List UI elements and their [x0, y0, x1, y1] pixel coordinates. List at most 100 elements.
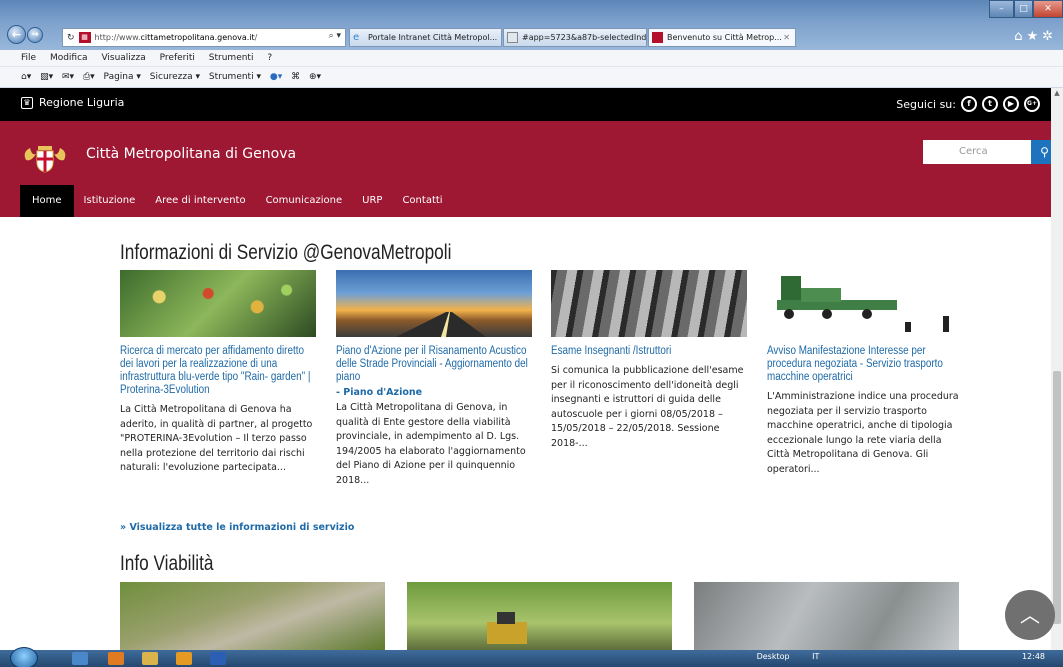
page-scrollbar[interactable]: ▲ [1051, 88, 1063, 650]
card-title[interactable]: Piano d'Azione per il Risanamento Acusti… [336, 345, 532, 384]
refresh-icon[interactable]: ↻ [67, 33, 75, 43]
viabilita-image-roadwork[interactable] [407, 582, 672, 650]
facebook-icon[interactable]: f [961, 96, 977, 112]
menu-strumenti[interactable]: Strumenti [209, 53, 254, 63]
viabilita-image-rockface[interactable] [694, 582, 959, 650]
view-all-services-link[interactable]: » Visualizza tutte le informazioni di se… [120, 522, 354, 533]
card-image-truck[interactable] [767, 270, 963, 337]
cmd-strumenti[interactable]: Strumenti ▾ [209, 72, 261, 82]
explorer-taskbar-icon[interactable] [142, 652, 158, 665]
card-subtitle-link[interactable]: - Piano d'Azione [336, 387, 532, 398]
clock[interactable]: 12:48 [1022, 652, 1045, 661]
scroll-up-icon[interactable]: ▲ [1051, 89, 1063, 97]
card-body: L'Amministrazione indice una procedura n… [767, 391, 959, 475]
browser-titlebar: ← → ↻ ▦ http://www.cittametropolitana.ge… [0, 0, 1063, 50]
main-nav: Home Istituzione Aree di intervento Comu… [20, 185, 453, 217]
zoom-icon[interactable]: ⊕▾ [309, 72, 321, 82]
forward-button[interactable]: → [27, 27, 43, 43]
maximize-button[interactable]: □ [1014, 0, 1033, 18]
tab-label: #app=5723&a87b-selectedInd... [522, 33, 647, 42]
card-image-road[interactable] [336, 270, 532, 337]
back-button[interactable]: ← [7, 25, 26, 44]
help-icon[interactable]: ●▾ [270, 72, 282, 82]
address-bar[interactable]: ↻ ▦ http://www.cittametropolitana.genova… [62, 28, 346, 47]
word-taskbar-icon[interactable] [210, 652, 226, 665]
minimize-button[interactable]: – [989, 0, 1014, 18]
card-body: La Città Metropolitana di Genova, in qua… [336, 402, 526, 486]
browser-commandbar: ⌂▾ ▧▾ ✉▾ ⎙▾ Pagina ▾ Sicurezza ▾ Strumen… [0, 67, 1063, 88]
nav-home[interactable]: Home [20, 185, 74, 217]
address-search-icon[interactable]: ⌕ ▾ [329, 31, 341, 41]
crown-icon: ♛ [21, 96, 33, 109]
tab-intranet[interactable]: e Portale Intranet Città Metropol... [349, 28, 502, 47]
card-title[interactable]: Ricerca di mercato per affidamento diret… [120, 345, 316, 397]
news-card: Ricerca di mercato per affidamento diret… [120, 270, 316, 476]
card-image-exam[interactable] [551, 270, 747, 337]
follow-label: Seguici su: [896, 97, 956, 111]
language-indicator[interactable]: IT [812, 652, 819, 661]
twitter-icon[interactable]: t [982, 96, 998, 112]
url-text: http://www.cittametropolitana.genova.it/ [94, 33, 258, 42]
scrollbar-thumb[interactable] [1053, 371, 1061, 624]
site-header: Città Metropolitana di Genova Cerca ⚲ Ho… [0, 121, 1058, 217]
home-favorites-tools-icons[interactable]: ⌂★✲ [1014, 29, 1057, 44]
ie-taskbar-icon[interactable] [72, 652, 88, 665]
site-favicon: ▦ [78, 32, 91, 43]
ie-icon: e [353, 32, 360, 43]
menu-visualizza[interactable]: Visualizza [101, 53, 145, 63]
social-links: Seguici su: f t ▶ G+ [896, 96, 1040, 112]
viabilita-image-landslide[interactable] [120, 582, 385, 650]
print-icon[interactable]: ⎙▾ [83, 72, 95, 82]
regione-liguria-link[interactable]: ♛ Regione Liguria [21, 96, 124, 109]
nav-comunicazione[interactable]: Comunicazione [256, 185, 353, 217]
news-card: Avviso Manifestazione Interesse per proc… [767, 270, 963, 477]
site-favicon [652, 32, 663, 43]
outlook-taskbar-icon[interactable] [176, 652, 192, 665]
cmd-sicurezza[interactable]: Sicurezza ▾ [150, 72, 200, 82]
image-icon [507, 32, 518, 43]
news-card: Esame Insegnanti /Istruttori Si comunica… [551, 270, 747, 451]
nav-contatti[interactable]: Contatti [392, 185, 452, 217]
search-input[interactable]: Cerca [923, 140, 1031, 164]
browser-menubar: File Modifica Visualizza Preferiti Strum… [0, 50, 1063, 67]
desktop-toolbar[interactable]: Desktop [757, 652, 790, 661]
menu-help[interactable]: ? [267, 53, 272, 63]
home-icon[interactable]: ⌂▾ [21, 72, 31, 82]
nav-istituzione[interactable]: Istituzione [74, 185, 146, 217]
section-title-viabilita: Info Viabilità [120, 552, 214, 575]
nav-urp[interactable]: URP [352, 185, 392, 217]
tab-label: Benvenuto su Città Metrop... [667, 33, 782, 42]
googleplus-icon[interactable]: G+ [1024, 96, 1040, 112]
card-title[interactable]: Avviso Manifestazione Interesse per proc… [767, 345, 963, 384]
search-icon: ⚲ [1040, 145, 1049, 159]
card-body: La Città Metropolitana di Genova ha ader… [120, 404, 313, 473]
region-bar: ♛ Regione Liguria Seguici su: f t ▶ G+ [0, 88, 1051, 121]
close-window-button[interactable]: ✕ [1033, 0, 1063, 18]
card-image-garden[interactable] [120, 270, 316, 337]
mail-icon[interactable]: ✉▾ [62, 72, 74, 82]
menu-modifica[interactable]: Modifica [50, 53, 88, 63]
back-to-top-button[interactable]: ︿ [1005, 590, 1055, 640]
card-title[interactable]: Esame Insegnanti /Istruttori [551, 345, 747, 358]
section-title-informazioni: Informazioni di Servizio @GenovaMetropol… [120, 241, 452, 264]
tab-app[interactable]: #app=5723&a87b-selectedInd... [503, 28, 647, 47]
start-button[interactable] [10, 647, 38, 667]
cmd-pagina[interactable]: Pagina ▾ [104, 72, 141, 82]
news-card: Piano d'Azione per il Risanamento Acusti… [336, 270, 532, 488]
crest-logo[interactable] [22, 142, 68, 174]
media-taskbar-icon[interactable] [108, 652, 124, 665]
nav-aree-di-intervento[interactable]: Aree di intervento [145, 185, 255, 217]
region-label: Regione Liguria [39, 96, 125, 109]
tab-label: Portale Intranet Città Metropol... [368, 33, 498, 42]
feeds-icon[interactable]: ▧▾ [40, 72, 53, 82]
research-icon[interactable]: ⌘ [291, 72, 300, 82]
youtube-icon[interactable]: ▶ [1003, 96, 1019, 112]
site-title[interactable]: Città Metropolitana di Genova [86, 146, 296, 162]
tab-benvenuto[interactable]: Benvenuto su Città Metrop... ✕ [648, 28, 796, 47]
card-body: Si comunica la pubblicazione dell'esame … [551, 365, 744, 449]
system-tray: Desktop IT 12:48 [757, 652, 1045, 661]
menu-preferiti[interactable]: Preferiti [160, 53, 195, 63]
windows-taskbar: Desktop IT 12:48 [0, 647, 1063, 667]
close-tab-icon[interactable]: ✕ [783, 29, 790, 46]
menu-file[interactable]: File [21, 53, 36, 63]
